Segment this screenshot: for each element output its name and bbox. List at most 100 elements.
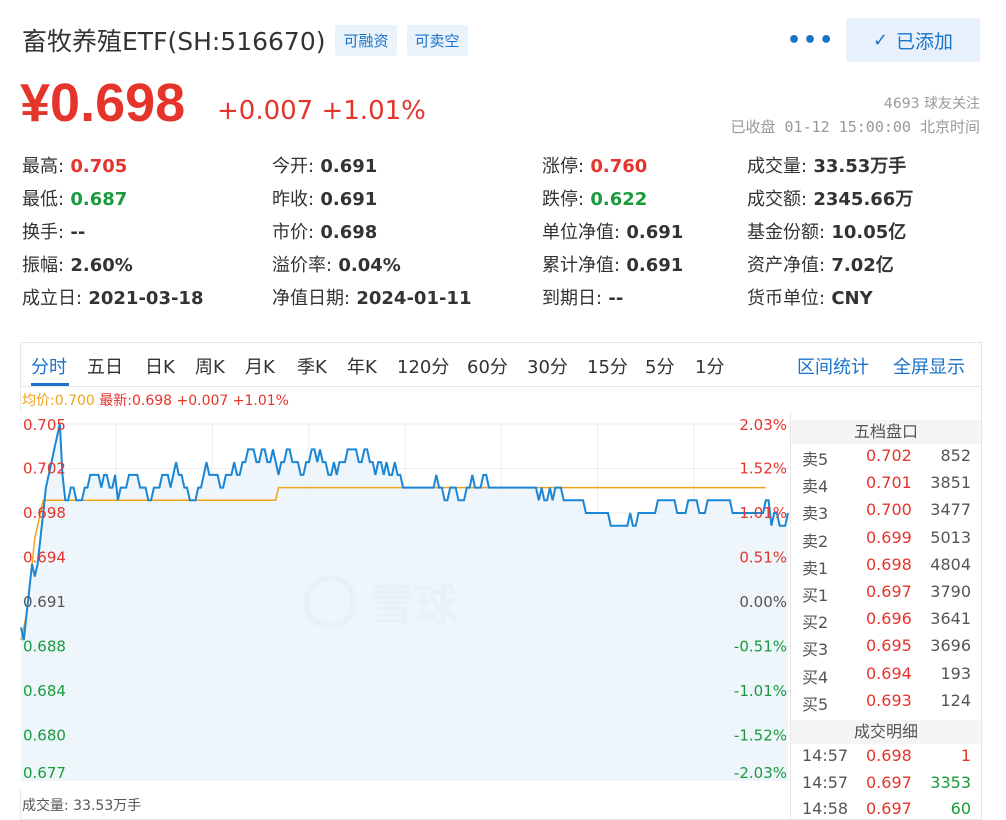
tab-2[interactable]: 日K [145,353,175,379]
orderbook-qty: 3696 [930,636,971,656]
stat-label: 跌停: [542,189,585,210]
tab-12[interactable]: 1分 [695,353,724,379]
orderbook-price: 0.696 [866,609,912,629]
orderbook-row: 买4 0.694 193 [791,664,981,691]
added-button[interactable]: ✓ 已添加 [846,18,980,62]
stock-title: 畜牧养殖ETF(SH:516670) [22,27,326,56]
stat-value: 2024-01-11 [350,288,472,309]
orderbook-price: 0.694 [866,663,912,683]
orderbook-level: 卖3 [802,504,829,524]
orderbook-row: 卖2 0.699 5013 [791,528,981,555]
market-status: 已收盘 01-12 15:00:00 北京时间 [730,118,981,136]
stat-label: 资产净值: [747,255,826,276]
tab-11[interactable]: 5分 [645,353,674,379]
stat-item: 市价: 0.698 [272,218,377,244]
stat-value: 0.698 [314,222,378,243]
y-tick-left: 0.698 [23,504,66,522]
orderbook-qty: 4804 [930,554,971,574]
stat-label: 成交量: [747,156,808,177]
stat-item: 溢价率: 0.04% [272,251,401,277]
price-change: +0.007 +1.01% [217,96,426,126]
orderbook-row: 卖1 0.698 4804 [791,555,981,582]
stat-item: 成立日: 2021-03-18 [22,284,203,310]
stat-label: 成立日: [22,288,83,309]
y-tick-left: 0.684 [23,682,66,700]
intraday-chart[interactable]: 雪球0.7052.03%0.7021.52%0.6981.01%0.6940.5… [20,412,790,790]
trade-row: 14:58 0.697 60 [791,799,981,820]
fullscreen-button[interactable]: 全屏显示 [893,353,965,379]
orderbook-level: 卖4 [802,477,829,497]
stat-label: 累计净值: [542,255,621,276]
orderbook-qty: 5013 [930,527,971,547]
y-tick-right: 2.03% [739,416,787,434]
tab-9[interactable]: 30分 [527,353,568,379]
stat-value: 0.04% [332,255,401,276]
orderbook-row: 买5 0.693 124 [791,691,981,718]
chart-tabs: 分时 五日 日K 周K 月K 季K 年K 120分 60分 30分 15分 5分 1分 区间统计 全屏显示 [21,343,981,387]
trades-title: 成交明细 [791,720,981,744]
tab-4[interactable]: 月K [245,353,275,379]
orderbook-row: 买2 0.696 3641 [791,609,981,636]
stat-value: 0.691 [620,255,684,276]
stat-value: 0.691 [314,156,378,177]
orderbook-level: 卖1 [802,558,829,578]
orderbook-row: 买1 0.697 3790 [791,582,981,609]
stat-item: 单位净值: 0.691 [542,218,683,244]
stat-value: 2021-03-18 [82,288,204,309]
stat-value: 0.687 [64,189,128,210]
stat-item: 净值日期: 2024-01-11 [272,284,471,310]
orderbook-row: 卖4 0.701 3851 [791,473,981,500]
trade-price: 0.697 [866,799,912,818]
trade-time: 14:57 [802,746,849,765]
orderbook-price: 0.697 [866,582,912,601]
orderbook-level: 卖5 [802,450,829,469]
trade-time: 14:58 [802,799,849,818]
stat-label: 换手: [22,222,65,243]
change-value: +0.007 [217,96,314,126]
y-tick-left: 0.680 [23,727,66,745]
tab-3[interactable]: 周K [195,353,225,379]
stock-header: 畜牧养殖ETF(SH:516670) 可融资 可卖空 [22,22,468,58]
stat-item: 跌停: 0.622 [542,185,647,211]
stat-value: -- [602,288,624,309]
orderbook-qty: 3477 [930,500,971,520]
stat-label: 今开: [272,156,315,177]
tab-0[interactable]: 分时 [31,353,67,379]
range-stats-button[interactable]: 区间统计 [797,353,869,379]
y-tick-right: -2.03% [734,764,787,782]
trade-price: 0.697 [866,772,912,792]
orderbook-qty: 124 [940,690,971,710]
stat-item: 涨停: 0.760 [542,152,647,178]
tab-1[interactable]: 五日 [87,353,123,379]
orderbook-row: 买3 0.695 3696 [791,636,981,663]
tab-10[interactable]: 15分 [587,353,628,379]
y-tick-left: 0.705 [23,416,66,434]
tab-6[interactable]: 年K [347,353,377,379]
stat-value: 2.60% [64,255,133,276]
stat-item: 最高: 0.705 [22,152,127,178]
orderbook-qty: 3641 [930,609,971,629]
tab-5[interactable]: 季K [297,353,327,379]
orderbook-price: 0.699 [866,527,912,547]
followers-count[interactable]: 4693 球友关注 [884,93,980,113]
tab-8[interactable]: 60分 [467,353,508,379]
orderbook-price: 0.702 [866,446,912,465]
latest-price-label: 最新:0.698 +0.007 +1.01% [99,393,289,409]
orderbook-level: 买4 [802,667,829,687]
orderbook-title: 五档盘口 [791,420,981,444]
y-tick-left: 0.702 [23,460,66,478]
orderbook-row: 卖5 0.702 852 [791,446,981,473]
stat-value: 2345.66万 [807,189,914,210]
stat-value: 0.622 [584,189,648,210]
stat-item: 累计净值: 0.691 [542,251,683,277]
y-tick-left: 0.694 [23,549,66,567]
trade-qty: 3353 [930,772,971,792]
stat-label: 基金份额: [747,222,826,243]
stat-item: 资产净值: 7.02亿 [747,251,894,277]
orderbook-level: 买5 [802,694,829,714]
more-options-button[interactable]: ••• [787,28,835,53]
stat-value: 7.02亿 [825,255,894,276]
y-tick-right: 1.52% [739,460,787,478]
tab-7[interactable]: 120分 [397,353,449,379]
stat-label: 净值日期: [272,288,351,309]
